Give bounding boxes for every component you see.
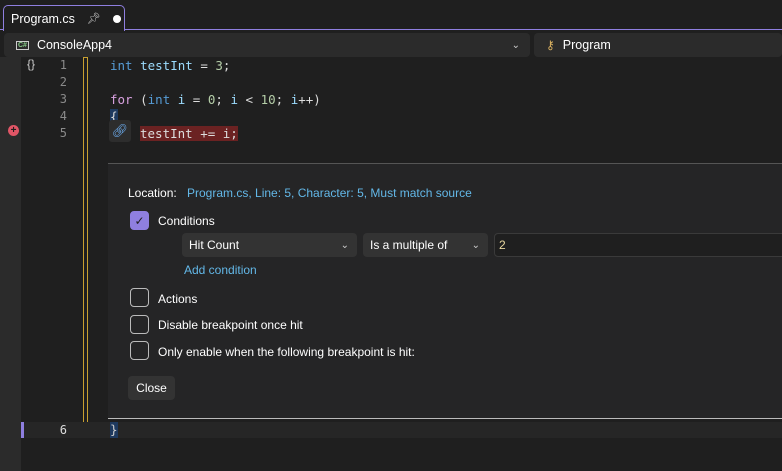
code-token: int xyxy=(110,58,133,73)
line-number: 3 xyxy=(59,92,67,106)
csharp-project-icon: C# xyxy=(16,40,29,50)
code-token: testInt xyxy=(140,58,193,73)
code-token: 10 xyxy=(260,92,276,107)
code-token: ; xyxy=(275,92,291,107)
breakpoint-settings-panel: Location: Program.cs, Line: 5, Character… xyxy=(108,163,782,419)
navigation-bar: C# ConsoleApp4 ⌄ ⚷ Program xyxy=(0,31,782,57)
breakpoint-condition-icon[interactable]: + xyxy=(8,125,19,136)
condition-type-dropdown[interactable]: Hit Count ⌄ xyxy=(182,233,357,257)
code-token: 3 xyxy=(215,58,223,73)
member-name: Program xyxy=(562,38,611,52)
code-line[interactable]: int testInt = 3; xyxy=(110,57,230,74)
code-line[interactable]: for (int i = 0; i < 10; i++) xyxy=(110,91,321,108)
disable-once-hit-checkbox[interactable] xyxy=(130,315,149,334)
conditions-checkbox[interactable]: ✓ xyxy=(130,211,149,230)
code-token: < xyxy=(237,92,261,107)
line-number: 4 xyxy=(59,109,67,123)
code-line[interactable]: testInt += i; xyxy=(140,125,238,142)
project-name: ConsoleApp4 xyxy=(36,38,113,52)
code-token: ; xyxy=(215,92,231,107)
closing-brace[interactable]: } xyxy=(110,422,118,438)
code-token: for xyxy=(110,92,133,107)
condition-operator-dropdown[interactable]: Is a multiple of ⌄ xyxy=(363,233,488,257)
member-dropdown[interactable]: ⚷ Program xyxy=(534,33,782,57)
line-number: 2 xyxy=(59,75,67,89)
condition-value-input[interactable]: 2 xyxy=(494,233,782,257)
line-number: 6 xyxy=(59,423,67,437)
breakpoint-settings-icon[interactable]: 🔗︎ xyxy=(109,120,131,142)
modified-dot-icon[interactable] xyxy=(112,14,121,23)
code-token: = xyxy=(185,92,208,107)
location-link[interactable]: Program.cs, Line: 5, Character: 5, Must … xyxy=(187,186,472,200)
current-line-highlight xyxy=(21,422,782,438)
location-label: Location: xyxy=(128,186,177,200)
line-number: 1 xyxy=(59,58,67,72)
line-number: 5 xyxy=(59,126,67,140)
add-condition-link[interactable]: Add condition xyxy=(184,263,257,277)
pin-icon[interactable]: 📌︎ xyxy=(87,12,101,25)
code-token: ++) xyxy=(298,92,321,107)
chevron-down-icon: ⌄ xyxy=(340,239,349,251)
conditions-label: Conditions xyxy=(158,214,215,228)
only-enable-label: Only enable when the following breakpoin… xyxy=(158,345,415,359)
glyph-margin[interactable] xyxy=(0,57,21,471)
code-token: ( xyxy=(132,92,148,107)
tab-title: Program.cs xyxy=(11,11,75,26)
chevron-down-icon: ⌄ xyxy=(471,239,480,251)
code-token: int xyxy=(147,92,171,107)
chevron-down-icon: ⌄ xyxy=(511,39,520,51)
code-token: i xyxy=(230,92,238,107)
disable-once-hit-label: Disable breakpoint once hit xyxy=(158,318,303,332)
tab-program-cs[interactable]: Program.cs 📌︎ xyxy=(3,5,125,31)
code-token: = xyxy=(192,58,216,73)
code-token: testInt += i; xyxy=(140,126,238,141)
code-token: ; xyxy=(222,58,231,73)
change-tracking-bar xyxy=(83,57,88,438)
project-dropdown[interactable]: C# ConsoleApp4 ⌄ xyxy=(4,33,530,57)
actions-checkbox[interactable] xyxy=(130,288,149,307)
condition-operator-value: Is a multiple of xyxy=(370,238,448,252)
only-enable-checkbox[interactable] xyxy=(130,341,149,360)
actions-label: Actions xyxy=(158,292,198,306)
close-button[interactable]: Close xyxy=(128,376,175,400)
condition-type-value: Hit Count xyxy=(189,238,240,252)
class-icon: ⚷ xyxy=(546,38,555,52)
